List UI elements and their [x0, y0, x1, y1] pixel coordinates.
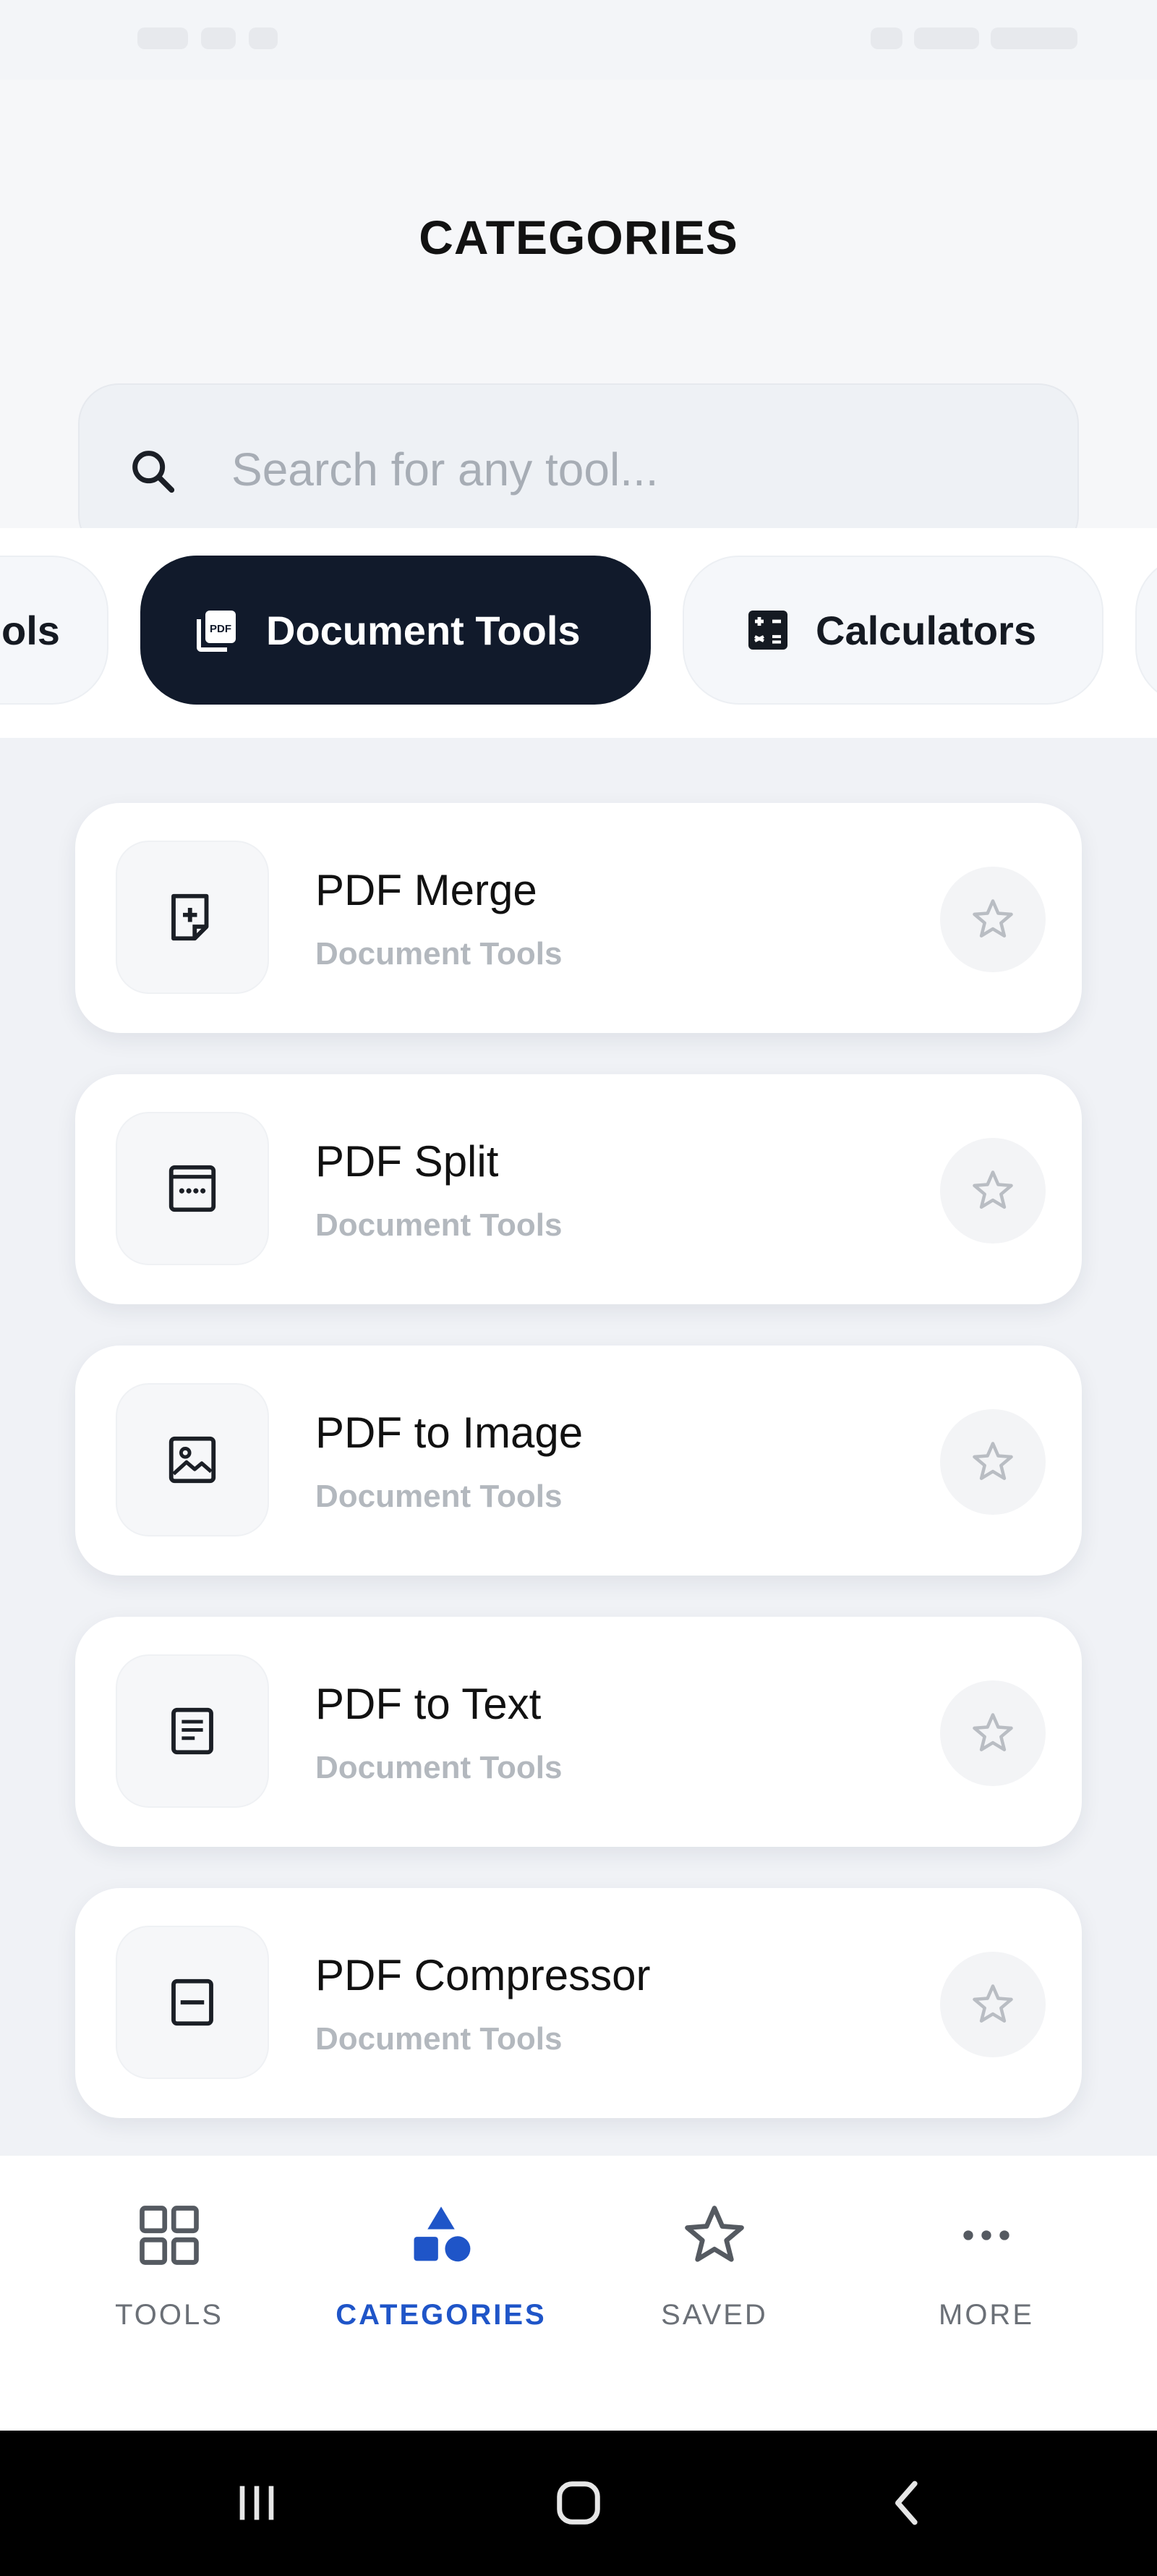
tool-title: PDF to Image — [315, 1408, 584, 1457]
tool-icon-box — [116, 1112, 269, 1265]
svg-text:PDF: PDF — [210, 623, 231, 635]
app-screen: CATEGORIES ols PDF Document Tools — [0, 0, 1157, 2576]
tool-title: PDF Merge — [315, 866, 537, 914]
tool-title: PDF Split — [315, 1137, 499, 1186]
signal-icon — [914, 27, 979, 49]
nav-label: SAVED — [661, 2299, 768, 2331]
star-icon — [685, 2206, 744, 2262]
search-icon — [132, 451, 175, 493]
nav-more[interactable]: MORE — [849, 2199, 1124, 2373]
more-dots-icon — [963, 2230, 1009, 2240]
bottom-nav: TOOLS CATEGORIES SAVED MORE — [0, 2156, 1157, 2431]
pdf-document-icon: PDF — [197, 611, 236, 652]
status-icon-blur — [249, 27, 278, 49]
compress-icon — [171, 1978, 213, 2026]
status-bar — [0, 0, 1157, 80]
back-button[interactable] — [868, 2467, 947, 2539]
tool-card-pdf-compressor[interactable]: PDF Compressor Document Tools — [75, 1888, 1082, 2118]
tool-icon-box — [116, 1383, 269, 1536]
tool-category: Document Tools — [315, 1750, 563, 1785]
nav-categories[interactable]: CATEGORIES — [304, 2199, 578, 2373]
recent-apps-icon — [239, 2486, 274, 2520]
tool-icon-box — [116, 1654, 269, 1808]
tool-list: PDF Merge Document Tools PDF Split Docum… — [0, 738, 1157, 2156]
chip-tools-partial[interactable]: ols — [0, 556, 108, 705]
status-icon-blur — [201, 27, 236, 49]
chip-label: Document Tools — [266, 607, 581, 653]
chip-label: Calculators — [816, 607, 1036, 653]
status-bar-left — [137, 27, 278, 49]
tool-card-pdf-merge[interactable]: PDF Merge Document Tools — [75, 803, 1082, 1033]
tool-category: Document Tools — [315, 936, 563, 972]
grid-icon — [140, 2206, 199, 2265]
recent-apps-button[interactable] — [217, 2467, 296, 2539]
home-icon — [557, 2481, 600, 2525]
star-icon — [973, 1442, 1013, 1480]
status-time-blur — [137, 27, 188, 49]
star-icon — [973, 1984, 1013, 2023]
favorite-star-button[interactable] — [940, 1138, 1046, 1244]
calculator-icon — [748, 611, 787, 650]
favorite-star-button[interactable] — [940, 867, 1046, 972]
tool-category: Document Tools — [315, 1207, 563, 1243]
nav-label: MORE — [939, 2299, 1034, 2331]
tool-title: PDF to Text — [315, 1680, 542, 1728]
text-document-icon — [171, 1707, 213, 1755]
chip-label: ols — [1, 607, 60, 653]
home-button[interactable] — [539, 2467, 618, 2539]
image-icon — [168, 1436, 216, 1484]
header: CATEGORIES — [0, 80, 1157, 556]
system-nav-bar — [0, 2431, 1157, 2576]
status-bar-right — [871, 27, 1077, 49]
page-title: CATEGORIES — [419, 211, 738, 264]
tool-icon-box — [116, 841, 269, 994]
favorite-star-button[interactable] — [940, 1952, 1046, 2057]
tool-category: Document Tools — [315, 2021, 563, 2057]
back-icon — [895, 2481, 918, 2525]
tool-title: PDF Compressor — [315, 1951, 651, 1999]
tool-icon-box — [116, 1926, 269, 2079]
chip-calculators[interactable]: Calculators — [683, 556, 1103, 705]
tool-card-pdf-to-text[interactable]: PDF to Text Document Tools — [75, 1617, 1082, 1847]
star-icon — [973, 1170, 1013, 1209]
nav-tools[interactable]: TOOLS — [32, 2199, 307, 2373]
favorite-star-button[interactable] — [940, 1409, 1046, 1515]
chip-next-partial[interactable] — [1135, 556, 1157, 705]
nav-label: CATEGORIES — [336, 2299, 547, 2331]
category-chips: ols PDF Document Tools Calculators — [0, 528, 1157, 738]
favorite-star-button[interactable] — [940, 1680, 1046, 1786]
nav-label: TOOLS — [115, 2299, 223, 2331]
star-icon — [973, 899, 1013, 938]
chip-document-tools[interactable]: PDF Document Tools — [140, 556, 651, 705]
wifi-icon — [871, 27, 902, 49]
file-plus-icon — [171, 893, 209, 941]
star-icon — [973, 1713, 1013, 1751]
battery-icon — [991, 27, 1077, 49]
shapes-icon — [414, 2206, 471, 2262]
tool-category: Document Tools — [315, 1479, 563, 1514]
tool-card-pdf-to-image[interactable]: PDF to Image Document Tools — [75, 1346, 1082, 1576]
split-dots-icon — [168, 1165, 216, 1212]
nav-saved[interactable]: SAVED — [577, 2199, 852, 2373]
tool-card-pdf-split[interactable]: PDF Split Document Tools — [75, 1074, 1082, 1304]
